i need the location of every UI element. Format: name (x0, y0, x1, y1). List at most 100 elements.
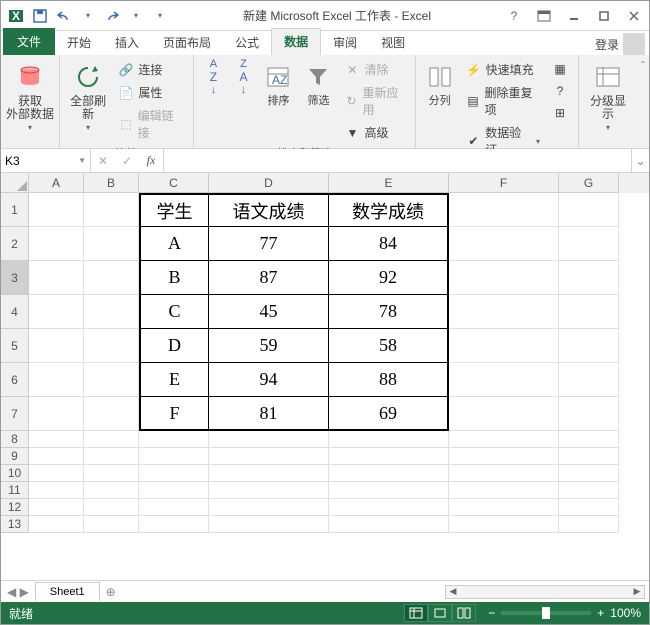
qat-customize-dropdown[interactable]: ▾ (149, 5, 171, 27)
row-header-8[interactable]: 8 (1, 431, 29, 448)
cell-C6[interactable]: E (139, 363, 209, 397)
cell-E12[interactable] (329, 499, 449, 516)
cell-C13[interactable] (139, 516, 209, 533)
expand-formula-bar-icon[interactable]: ⌄ (631, 149, 649, 172)
tab-formulas[interactable]: 公式 (223, 30, 271, 55)
cell-G4[interactable] (559, 295, 619, 329)
row-header-13[interactable]: 13 (1, 516, 29, 533)
cell-C2[interactable]: A (139, 227, 209, 261)
minimize-icon[interactable] (559, 2, 589, 30)
redo-icon[interactable] (101, 5, 123, 27)
row-header-5[interactable]: 5 (1, 329, 29, 363)
cell-G2[interactable] (559, 227, 619, 261)
cell-D3[interactable]: 87 (209, 261, 329, 295)
cell-D7[interactable]: 81 (209, 397, 329, 431)
cell-E9[interactable] (329, 448, 449, 465)
properties-button[interactable]: 📄属性 (114, 82, 187, 103)
scroll-right-icon[interactable]: ▶ (630, 586, 644, 598)
cell-B5[interactable] (84, 329, 139, 363)
cell-G1[interactable] (559, 193, 619, 227)
cell-B12[interactable] (84, 499, 139, 516)
edit-links-button[interactable]: ⬚编辑链接 (114, 105, 187, 143)
outline-button[interactable]: 分级显示▾ (585, 59, 631, 136)
tab-insert[interactable]: 插入 (103, 30, 151, 55)
cell-A8[interactable] (29, 431, 84, 448)
cell-B6[interactable] (84, 363, 139, 397)
cell-A6[interactable] (29, 363, 84, 397)
cell-E7[interactable]: 69 (329, 397, 449, 431)
cell-B9[interactable] (84, 448, 139, 465)
cell-A13[interactable] (29, 516, 84, 533)
tab-data[interactable]: 数据 (271, 28, 321, 55)
cell-A11[interactable] (29, 482, 84, 499)
tab-file[interactable]: 文件 (3, 28, 55, 55)
row-header-4[interactable]: 4 (1, 295, 29, 329)
cell-D1[interactable]: 语文成绩 (209, 193, 329, 227)
cell-B8[interactable] (84, 431, 139, 448)
cell-D2[interactable]: 77 (209, 227, 329, 261)
cell-E11[interactable] (329, 482, 449, 499)
cell-C8[interactable] (139, 431, 209, 448)
cell-C5[interactable]: D (139, 329, 209, 363)
name-box-input[interactable] (5, 154, 65, 168)
page-break-view-button[interactable] (452, 604, 476, 622)
cell-B13[interactable] (84, 516, 139, 533)
cell-D6[interactable]: 94 (209, 363, 329, 397)
sort-button[interactable]: AZ 排序 (260, 59, 296, 109)
cell-E10[interactable] (329, 465, 449, 482)
sort-za-button[interactable]: ZA↓ (230, 59, 256, 95)
cell-A1[interactable] (29, 193, 84, 227)
cell-G11[interactable] (559, 482, 619, 499)
row-header-1[interactable]: 1 (1, 193, 29, 227)
cell-D4[interactable]: 45 (209, 295, 329, 329)
cell-G3[interactable] (559, 261, 619, 295)
cell-A4[interactable] (29, 295, 84, 329)
cell-G9[interactable] (559, 448, 619, 465)
formula-input[interactable] (164, 149, 631, 172)
tab-review[interactable]: 审阅 (321, 30, 369, 55)
filter-button[interactable]: 筛选 (300, 59, 336, 109)
zoom-out-button[interactable]: − (488, 606, 495, 620)
ribbon-display-icon[interactable] (529, 2, 559, 30)
col-header-F[interactable]: F (449, 173, 559, 193)
zoom-slider[interactable] (501, 611, 591, 615)
accept-formula-icon[interactable]: ✓ (115, 154, 139, 168)
col-header-G[interactable]: G (559, 173, 619, 193)
cell-A9[interactable] (29, 448, 84, 465)
row-header-9[interactable]: 9 (1, 448, 29, 465)
normal-view-button[interactable] (404, 604, 428, 622)
page-layout-view-button[interactable] (428, 604, 452, 622)
cell-D13[interactable] (209, 516, 329, 533)
cell-F3[interactable] (449, 261, 559, 295)
cell-G5[interactable] (559, 329, 619, 363)
cancel-formula-icon[interactable]: ✕ (91, 154, 115, 168)
cell-C10[interactable] (139, 465, 209, 482)
cell-D10[interactable] (209, 465, 329, 482)
cell-A10[interactable] (29, 465, 84, 482)
cell-F5[interactable] (449, 329, 559, 363)
row-header-7[interactable]: 7 (1, 397, 29, 431)
cell-B7[interactable] (84, 397, 139, 431)
maximize-icon[interactable] (589, 2, 619, 30)
cell-B3[interactable] (84, 261, 139, 295)
clear-filter-button[interactable]: ✕清除 (340, 59, 408, 80)
cell-C11[interactable] (139, 482, 209, 499)
advanced-filter-button[interactable]: ▼高级 (340, 122, 408, 143)
name-box[interactable]: ▼ (1, 149, 91, 172)
col-header-E[interactable]: E (329, 173, 449, 193)
cell-G6[interactable] (559, 363, 619, 397)
horizontal-scrollbar[interactable]: ◀ ▶ (445, 585, 645, 599)
get-external-data-button[interactable]: 获取 外部数据 ▾ (7, 59, 53, 136)
cell-G13[interactable] (559, 516, 619, 533)
cell-A5[interactable] (29, 329, 84, 363)
row-header-10[interactable]: 10 (1, 465, 29, 482)
undo-icon[interactable] (53, 5, 75, 27)
col-header-B[interactable]: B (84, 173, 139, 193)
save-icon[interactable] (29, 5, 51, 27)
sort-az-button[interactable]: AZ↓ (200, 59, 226, 95)
cell-A7[interactable] (29, 397, 84, 431)
col-header-A[interactable]: A (29, 173, 84, 193)
cell-C12[interactable] (139, 499, 209, 516)
fx-icon[interactable]: fx (139, 153, 163, 168)
cell-C4[interactable]: C (139, 295, 209, 329)
